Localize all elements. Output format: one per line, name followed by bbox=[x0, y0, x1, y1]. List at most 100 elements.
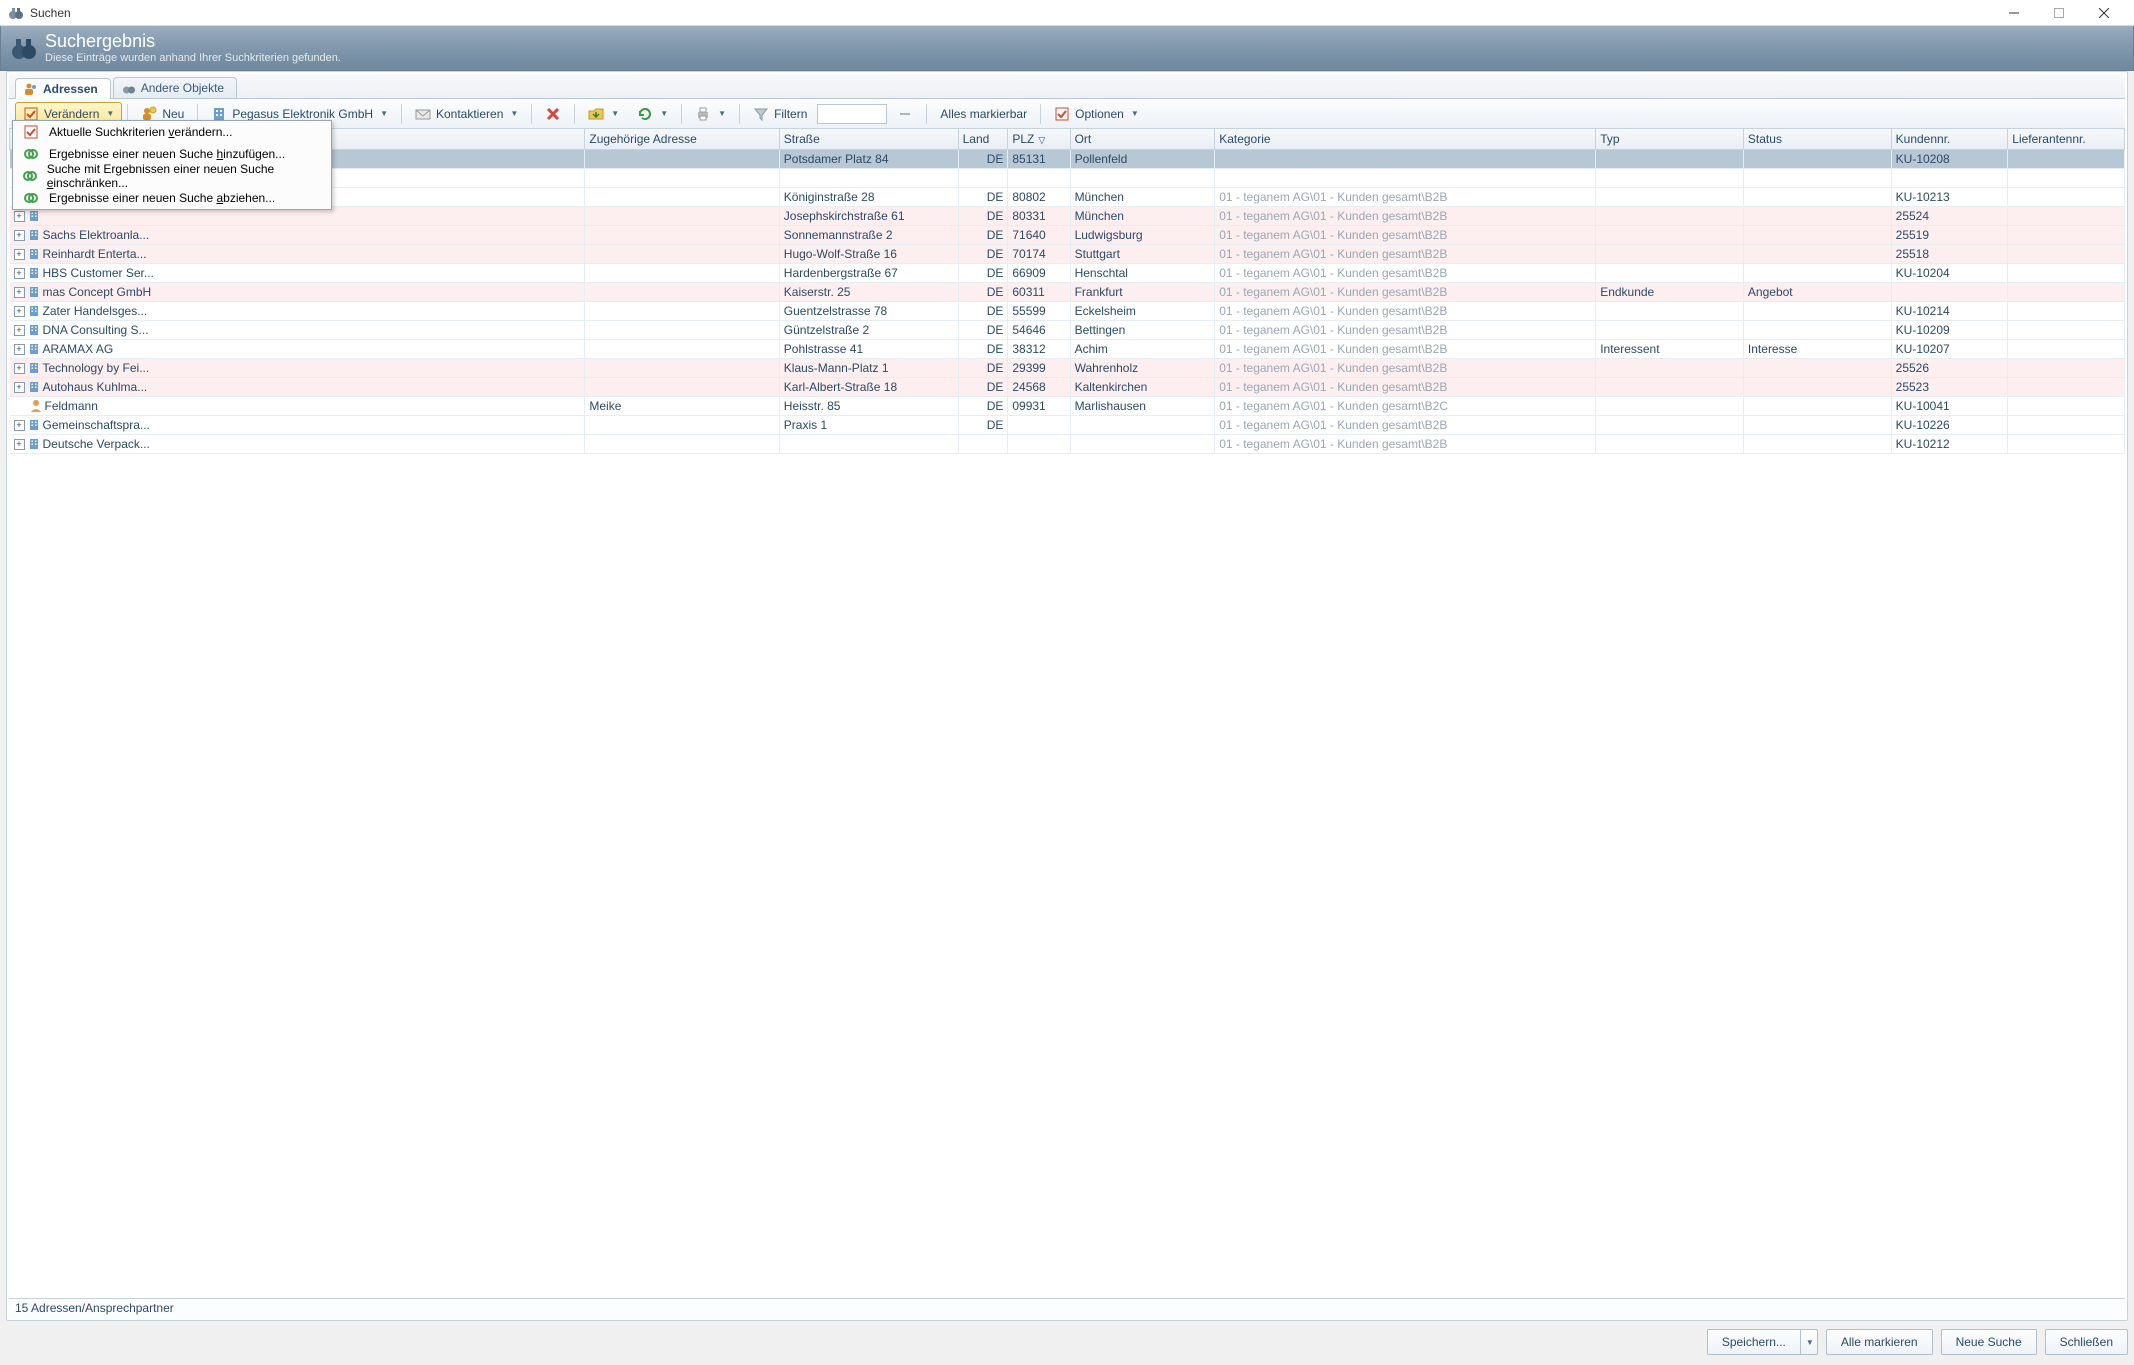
expand-icon[interactable]: + bbox=[14, 325, 25, 336]
neue-suche-button[interactable]: Neue Suche bbox=[1941, 1329, 2037, 1355]
optionen-button[interactable]: Optionen ▼ bbox=[1046, 102, 1147, 126]
building-icon bbox=[27, 361, 41, 375]
dropdown-item[interactable]: Ergebnisse einer neuen Suche abziehen... bbox=[13, 187, 331, 209]
cell-strasse: Kaiserstr. 25 bbox=[779, 283, 958, 302]
kontaktieren-button[interactable]: Kontaktieren ▼ bbox=[407, 102, 526, 126]
col-kundennr[interactable]: Kundennr. bbox=[1891, 129, 2008, 150]
delete-button[interactable] bbox=[537, 102, 569, 126]
table-row[interactable]: +Deutsche Verpack...01 - teganem AG\01 -… bbox=[10, 435, 2125, 454]
table-row[interactable]: +Autohaus Kuhlma...Karl-Albert-Straße 18… bbox=[10, 378, 2125, 397]
alle-markieren-button[interactable]: Alle markieren bbox=[1826, 1329, 1933, 1355]
results-grid: Zugehörige Adresse Straße Land PLZ▽ Ort … bbox=[9, 129, 2125, 1298]
close-button[interactable] bbox=[2081, 0, 2126, 26]
table-row[interactable]: +Gemeinschaftspra...Praxis 1DE01 - tegan… bbox=[10, 416, 2125, 435]
cell-kategorie: 01 - teganem AG\01 - Kunden gesamt\B2B bbox=[1215, 302, 1596, 321]
header-subtitle: Diese Einträge wurden anhand Ihrer Suchk… bbox=[45, 52, 341, 64]
col-plz[interactable]: PLZ▽ bbox=[1008, 129, 1070, 150]
col-land[interactable]: Land bbox=[958, 129, 1008, 150]
cell-status bbox=[1743, 188, 1891, 207]
table-row[interactable]: +Reinhardt Enterta...Hugo-Wolf-Straße 16… bbox=[10, 245, 2125, 264]
cell-plz: 09931 bbox=[1008, 397, 1070, 416]
cell-lieferantennr bbox=[2008, 264, 2125, 283]
cell-zugehoerige bbox=[585, 416, 779, 435]
cell-kundennr: KU-10212 bbox=[1891, 435, 2008, 454]
table-row[interactable]: FeldmannMeikeHeisstr. 85DE09931Marlishau… bbox=[10, 397, 2125, 416]
expand-icon[interactable]: + bbox=[14, 287, 25, 298]
expand-icon[interactable]: + bbox=[14, 268, 25, 279]
table-row[interactable]: +Technology by Fei...Klaus-Mann-Platz 1D… bbox=[10, 359, 2125, 378]
print-button[interactable]: ▼ bbox=[687, 102, 734, 126]
cell-zugehoerige bbox=[585, 264, 779, 283]
col-zugehoerige[interactable]: Zugehörige Adresse bbox=[585, 129, 779, 150]
cell-status: Interesse bbox=[1743, 340, 1891, 359]
building-icon bbox=[27, 285, 41, 299]
cell-kategorie: 01 - teganem AG\01 - Kunden gesamt\B2B bbox=[1215, 226, 1596, 245]
minimize-button[interactable] bbox=[1991, 0, 2036, 26]
expand-icon[interactable]: + bbox=[14, 344, 25, 355]
expand-icon[interactable]: + bbox=[14, 420, 25, 431]
chevron-down-icon: ▼ bbox=[1131, 109, 1139, 118]
maximize-button[interactable] bbox=[2036, 0, 2081, 26]
table-row[interactable]: +HBS Customer Ser...Hardenbergstraße 67D… bbox=[10, 264, 2125, 283]
speichern-button[interactable]: Speichern... bbox=[1707, 1329, 1800, 1355]
dropdown-item[interactable]: Suche mit Ergebnissen einer neuen Suche … bbox=[13, 165, 331, 187]
alles-markierbar-button[interactable]: Alles markierbar bbox=[932, 103, 1035, 125]
cell-ort: Ludwigsburg bbox=[1070, 226, 1215, 245]
tab-adressen[interactable]: Adressen bbox=[15, 78, 111, 99]
col-lieferantennr[interactable]: Lieferantennr. bbox=[2008, 129, 2125, 150]
chevron-down-icon: ▼ bbox=[106, 109, 114, 118]
table-row[interactable]: +DNA Consulting S...Güntzelstraße 2DE546… bbox=[10, 321, 2125, 340]
refresh-button[interactable]: ▼ bbox=[629, 102, 676, 126]
tab-andere-objekte[interactable]: Andere Objekte bbox=[113, 77, 237, 98]
expand-icon[interactable]: + bbox=[14, 439, 25, 450]
tab-label: Adressen bbox=[43, 82, 98, 96]
cell-plz: 66909 bbox=[1008, 264, 1070, 283]
table-row[interactable]: +mas Concept GmbHKaiserstr. 25DE60311Fra… bbox=[10, 283, 2125, 302]
table-row[interactable]: +Sachs Elektroanla...Sonnemannstraße 2DE… bbox=[10, 226, 2125, 245]
cell-kategorie: 01 - teganem AG\01 - Kunden gesamt\B2B bbox=[1215, 359, 1596, 378]
printer-icon bbox=[695, 106, 711, 122]
table-row[interactable]: +ARAMAX AGPohlstrasse 41DE38312Achim01 -… bbox=[10, 340, 2125, 359]
menu-item-label: Ergebnisse einer neuen Suche abziehen... bbox=[49, 191, 275, 205]
col-typ[interactable]: Typ bbox=[1596, 129, 1744, 150]
cell-ort: Marlishausen bbox=[1070, 397, 1215, 416]
speichern-caret[interactable]: ▼ bbox=[1800, 1329, 1818, 1355]
filter-input[interactable] bbox=[817, 104, 887, 124]
cell-typ bbox=[1596, 188, 1744, 207]
expand-icon[interactable]: + bbox=[14, 306, 25, 317]
col-strasse[interactable]: Straße bbox=[779, 129, 958, 150]
cell-land: DE bbox=[958, 416, 1008, 435]
cell-ort bbox=[1070, 435, 1215, 454]
expand-icon[interactable]: + bbox=[14, 249, 25, 260]
cell-kundennr: KU-10208 bbox=[1891, 150, 2008, 169]
speichern-split-button[interactable]: Speichern... ▼ bbox=[1707, 1329, 1818, 1355]
building-icon bbox=[27, 247, 41, 261]
row-name: Reinhardt Enterta... bbox=[43, 247, 147, 261]
expand-icon[interactable]: + bbox=[14, 211, 25, 222]
titlebar: Suchen bbox=[0, 0, 2134, 26]
schliessen-button[interactable]: Schließen bbox=[2045, 1329, 2128, 1355]
row-name: Zater Handelsges... bbox=[43, 304, 148, 318]
filtern-button[interactable]: Filtern bbox=[745, 102, 815, 126]
clear-filter-button[interactable] bbox=[889, 102, 921, 126]
chevron-down-icon: ▼ bbox=[660, 109, 668, 118]
dropdown-item[interactable]: Aktuelle Suchkriterien verändern... bbox=[13, 121, 331, 143]
col-kategorie[interactable]: Kategorie bbox=[1215, 129, 1596, 150]
cell-lieferantennr bbox=[2008, 435, 2125, 454]
expand-icon[interactable]: + bbox=[14, 230, 25, 241]
row-name: Deutsche Verpack... bbox=[43, 437, 150, 451]
cell-plz bbox=[1008, 416, 1070, 435]
cell-zugehoerige bbox=[585, 340, 779, 359]
export-button[interactable]: ▼ bbox=[580, 102, 627, 126]
col-ort[interactable]: Ort bbox=[1070, 129, 1215, 150]
refresh-icon bbox=[637, 106, 653, 122]
button-label: Filtern bbox=[774, 107, 807, 121]
expand-icon[interactable]: + bbox=[14, 382, 25, 393]
content-card: Adressen Andere Objekte Verändern ▼ Neu bbox=[6, 71, 2128, 1321]
col-status[interactable]: Status bbox=[1743, 129, 1891, 150]
table-row[interactable]: +Zater Handelsges...Guentzelstrasse 78DE… bbox=[10, 302, 2125, 321]
cell-land bbox=[958, 169, 1008, 188]
cell-strasse: Pohlstrasse 41 bbox=[779, 340, 958, 359]
cell-kundennr: 25526 bbox=[1891, 359, 2008, 378]
expand-icon[interactable]: + bbox=[14, 363, 25, 374]
